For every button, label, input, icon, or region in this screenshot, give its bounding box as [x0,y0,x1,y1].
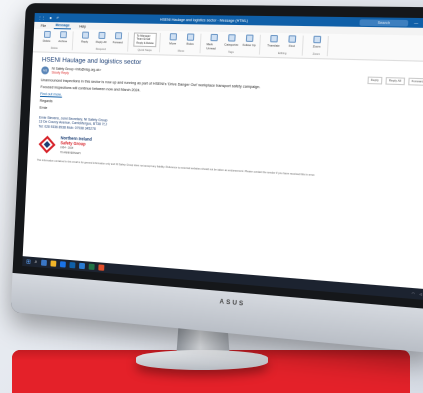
translate-icon [270,35,278,42]
ribbon-group-zoom: Zoom Zoom [305,36,329,57]
tab-message[interactable]: Message [53,22,71,29]
tab-help[interactable]: Help [77,24,88,30]
ribbon-group-label: Tags [206,50,256,54]
edge-icon[interactable] [60,261,66,267]
sender-meta: NI Safety Group <info@nisg.org.uk> Slowl… [52,67,102,76]
find-button[interactable]: Find [284,35,300,48]
follow-up-button[interactable]: Follow Up [241,34,257,51]
forward-button[interactable]: Forward [111,32,125,44]
quick-steps-list[interactable]: To Manager Team Email Reply & Delete [133,33,157,48]
ribbon-group-respond: Reply Reply All Forward Respond [75,31,129,51]
outlook-icon[interactable] [69,262,75,268]
categorize-button[interactable]: Categorize [224,34,239,51]
ribbon-group-label: Quick Steps [133,49,156,53]
windows-start-icon[interactable]: ⊞ [26,258,31,265]
ribbon-group-editing: Translate Find Editing [262,35,304,56]
zoom-icon [313,36,321,44]
task-view-icon[interactable] [41,260,47,266]
quick-step-item[interactable]: Reply & Delete [136,41,153,45]
archive-button[interactable]: Archive [56,31,70,43]
nisg-logo-text: Northern Ireland Safety Group 1954 - 202… [60,136,92,157]
tab-file[interactable]: File [39,23,48,29]
mark-unread-button[interactable]: Mark Unread [206,34,221,51]
undo-icon[interactable]: ↶ [56,16,59,20]
delete-icon [43,31,50,38]
flag-icon [246,35,254,42]
ribbon-group-label: Respond [78,47,125,51]
nisg-logo-mark-icon [37,134,57,155]
file-explorer-icon[interactable] [50,260,56,266]
zoom-button[interactable]: Zoom [309,36,325,49]
search-input[interactable]: Search [360,19,409,26]
monitor: ASUS ⋮⋮ ■ ↶ HSENI Haulage and logistics … [11,3,423,353]
ribbon-group-label: Delete [40,47,69,51]
move-button[interactable]: Move [166,33,181,46]
ribbon-group-move: Move Rules Move [162,33,202,53]
rules-icon [187,33,195,40]
ribbon-group-delete: Delete Archive Delete [37,31,74,51]
message-actions: Reply Reply All Forward [367,76,423,85]
ribbon-group-label: Move [165,49,197,53]
avatar[interactable]: NS [41,66,49,74]
forward-action-button[interactable]: Forward [408,77,423,85]
find-icon [288,35,296,43]
word-icon[interactable] [79,263,85,269]
reply-button[interactable]: Reply [78,32,92,44]
system-tray: ◠ ◁ [412,291,423,296]
translate-button[interactable]: Translate [266,35,282,48]
category-icon [228,34,236,41]
ribbon-group-quick-steps: To Manager Team Email Reply & Delete Qui… [130,32,161,52]
archive-icon [59,31,66,38]
reply-all-icon [98,32,105,39]
reply-all-action-button[interactable]: Reply All [385,77,405,85]
monitor-stand-base [136,350,268,370]
chrome-icon[interactable] [98,264,104,270]
rules-button[interactable]: Rules [183,33,198,46]
reply-action-button[interactable]: Reply [367,76,382,84]
excel-icon[interactable] [88,264,94,270]
move-icon [169,33,176,40]
ribbon-group-tags: Mark Unread Categorize Follow Up Tags [203,34,261,55]
reply-all-button[interactable]: Reply All [94,32,108,44]
envelope-icon [210,34,218,41]
ribbon-group-label: Editing [266,52,299,56]
ribbon-group-label: Zoom [309,53,324,57]
volume-icon[interactable]: ◁ [419,292,422,297]
app-grid-icon[interactable]: ⋮⋮ [38,16,45,20]
minimize-icon[interactable]: — [414,21,418,25]
save-icon[interactable]: ■ [50,16,52,20]
screen: ⋮⋮ ■ ↶ HSENI Haulage and logistics secto… [22,13,423,300]
reply-icon [81,32,88,39]
forward-icon [114,32,121,39]
taskbar-search-icon[interactable]: ⌕ [34,259,37,265]
message-pane: HSENI Haulage and logistics sector NS NI… [27,52,423,188]
wifi-icon[interactable]: ◠ [412,291,415,296]
delete-button[interactable]: Delete [40,31,54,43]
